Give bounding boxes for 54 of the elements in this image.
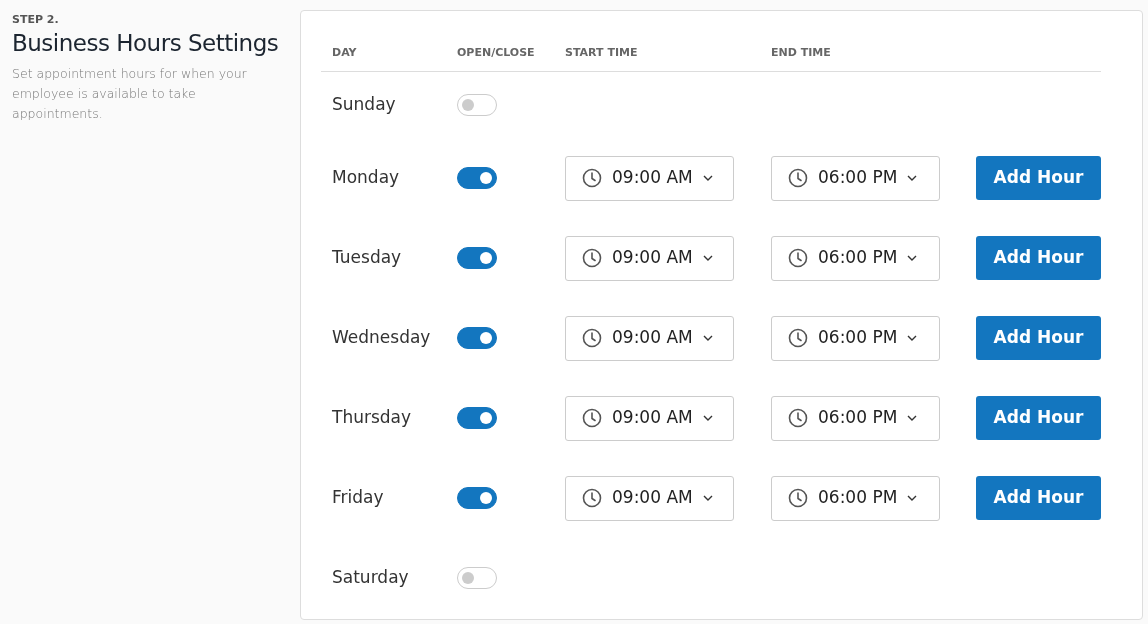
- end-time-dropdown[interactable]: 06:00 PM: [771, 155, 940, 201]
- toggle-switch[interactable]: [457, 167, 497, 189]
- chevron-down-icon: [702, 415, 713, 421]
- add-hour-button[interactable]: Add Hour: [976, 476, 1101, 520]
- end-time-dropdown[interactable]: 06:00 PM: [771, 315, 940, 361]
- clock-icon: [582, 408, 602, 428]
- chevron-down-icon: [702, 255, 713, 261]
- toggle-switch[interactable]: [457, 247, 497, 269]
- chevron-down-icon: [907, 415, 918, 421]
- start-time-dropdown[interactable]: 09:00 AM: [565, 315, 734, 361]
- chevron-down-icon: [907, 255, 918, 261]
- add-hour-button[interactable]: Add Hour: [976, 396, 1101, 440]
- column-header: OPEN/CLOSE: [457, 46, 535, 59]
- chevron-down-icon: [907, 495, 918, 501]
- day-label: Monday: [331, 166, 400, 190]
- add-hour-button[interactable]: Add Hour: [976, 316, 1101, 360]
- clock-icon: [788, 168, 808, 188]
- clock-icon: [788, 328, 808, 348]
- add-hour-button[interactable]: Add Hour: [976, 156, 1101, 200]
- column-header: END TIME: [771, 46, 831, 59]
- day-label: Thursday: [331, 406, 412, 430]
- day-label: Tuesday: [331, 246, 402, 270]
- start-time-dropdown[interactable]: 09:00 AM: [565, 155, 734, 201]
- column-header: DAY: [332, 46, 357, 59]
- clock-icon: [582, 248, 602, 268]
- chevron-down-icon: [702, 175, 713, 181]
- chevron-down-icon: [907, 175, 918, 181]
- day-label: Saturday: [331, 566, 409, 590]
- step-label: STEP 2.: [12, 12, 60, 28]
- day-label: Sunday: [331, 93, 396, 117]
- clock-icon: [582, 488, 602, 508]
- clock-icon: [788, 248, 808, 268]
- clock-icon: [582, 168, 602, 188]
- column-header: START TIME: [565, 46, 638, 59]
- toggle-switch[interactable]: [457, 487, 497, 509]
- clock-icon: [582, 328, 602, 348]
- start-time-dropdown[interactable]: 09:00 AM: [565, 235, 734, 281]
- day-label: Wednesday: [331, 326, 431, 350]
- chevron-down-icon: [702, 335, 713, 341]
- start-time-dropdown[interactable]: 09:00 AM: [565, 395, 734, 441]
- add-hour-button[interactable]: Add Hour: [976, 236, 1101, 280]
- end-time-dropdown[interactable]: 06:00 PM: [771, 395, 940, 441]
- end-time-dropdown[interactable]: 06:00 PM: [771, 475, 940, 521]
- day-label: Friday: [331, 486, 384, 510]
- start-time-dropdown[interactable]: 09:00 AM: [565, 475, 734, 521]
- chevron-down-icon: [907, 335, 918, 341]
- page-description: Set appointment hours for when your employee is available to take appointments.: [12, 64, 248, 123]
- toggle-switch[interactable]: [457, 407, 497, 429]
- page-title: Business Hours Settings: [12, 30, 280, 56]
- end-time-dropdown[interactable]: 06:00 PM: [771, 235, 940, 281]
- clock-icon: [788, 488, 808, 508]
- clock-icon: [788, 408, 808, 428]
- chevron-down-icon: [702, 495, 713, 501]
- toggle-switch[interactable]: [457, 327, 497, 349]
